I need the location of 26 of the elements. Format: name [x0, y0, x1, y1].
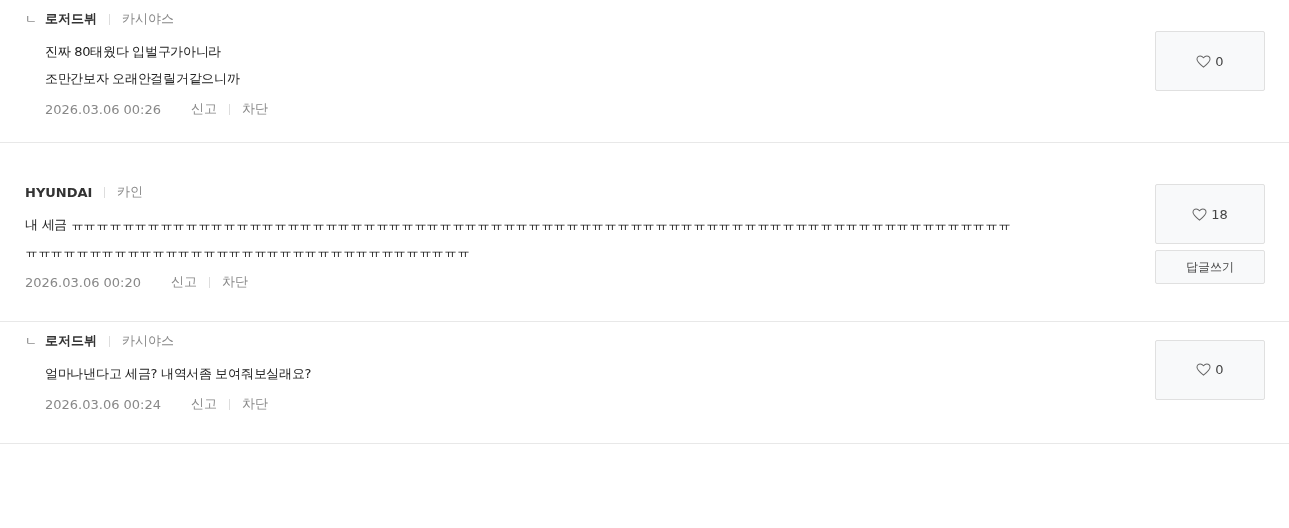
- block-link[interactable]: 차단: [242, 100, 269, 118]
- author-name: 로저드뷔: [45, 10, 97, 28]
- report-link[interactable]: 신고: [191, 100, 218, 118]
- author-name: 로저드뷔: [45, 332, 97, 350]
- car-name: 카시야스: [122, 10, 174, 28]
- reply-mark: ㄴ: [25, 332, 38, 350]
- comment-date: 2026.03.06 00:24: [45, 396, 162, 412]
- comment-text: 얼마나낸다고 세금? 내역서좀 보여줘보실래요?: [45, 365, 312, 383]
- comment-date: 2026.03.06 00:20: [25, 274, 142, 290]
- author-name: HYUNDAI: [25, 184, 93, 200]
- report-link[interactable]: 신고: [171, 273, 198, 291]
- comment-text: 조만간보자 오래안걸릴거같으니까: [45, 70, 241, 88]
- block-link[interactable]: 차단: [242, 395, 269, 413]
- comment-text: 진짜 80태웠다 입벌구가아니라: [45, 43, 222, 61]
- comment-text: 내 세금 ㅠㅠㅠㅠㅠㅠㅠㅠㅠㅠㅠㅠㅠㅠㅠㅠㅠㅠㅠㅠㅠㅠㅠㅠㅠㅠㅠㅠㅠㅠㅠㅠㅠㅠㅠㅠㅠㅠㅠㅠㅠㅠㅠㅠㅠㅠㅠㅠㅠㅠㅠㅠㅠㅠㅠㅠㅠㅠㅠㅠㅠㅠㅠㅠㅠㅠㅠㅠㅠㅠㅠㅠㅠㅠ: [25, 216, 1012, 234]
- like-button[interactable]: 0: [1155, 339, 1265, 400]
- like-button[interactable]: 18: [1155, 184, 1265, 244]
- reply-button[interactable]: 답글쓰기: [1155, 250, 1265, 284]
- block-link[interactable]: 차단: [222, 273, 249, 291]
- report-link[interactable]: 신고: [191, 395, 218, 413]
- comment-date: 2026.03.06 00:26: [45, 101, 162, 117]
- reply-mark: ㄴ: [25, 10, 38, 28]
- comment-text: ㅠㅠㅠㅠㅠㅠㅠㅠㅠㅠㅠㅠㅠㅠㅠㅠㅠㅠㅠㅠㅠㅠㅠㅠㅠㅠㅠㅠㅠㅠㅠㅠㅠㅠㅠ: [25, 243, 471, 261]
- like-button[interactable]: 0: [1155, 31, 1265, 91]
- car-name: 카시야스: [122, 332, 174, 350]
- car-name: 카인: [117, 183, 144, 201]
